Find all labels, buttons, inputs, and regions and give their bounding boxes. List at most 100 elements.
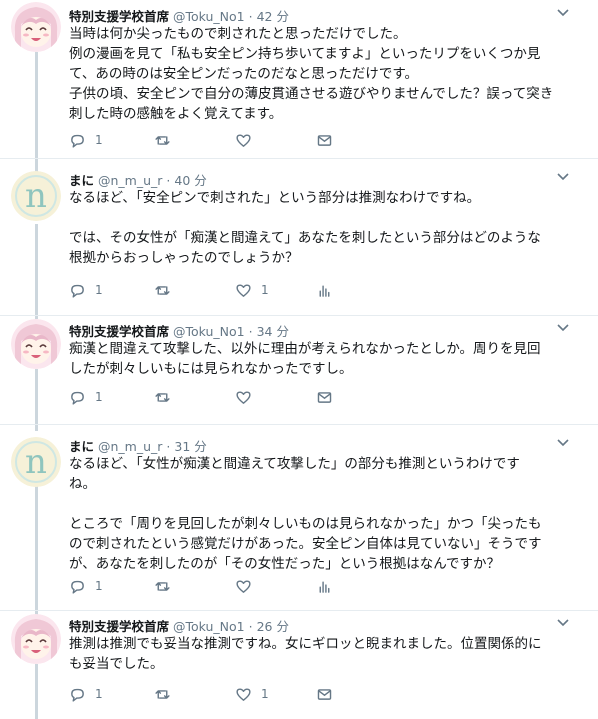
like-button[interactable]: [235, 578, 316, 595]
retweet-button[interactable]: [154, 132, 235, 149]
heart-icon: [236, 283, 251, 297]
retweet-icon: [155, 392, 170, 402]
analytics-button[interactable]: [316, 578, 376, 595]
divider: [0, 424, 598, 425]
direct-message-button[interactable]: [316, 389, 376, 406]
reply-icon: [71, 688, 84, 702]
tweet-header: 特別支援学校首席 @Toku_No1 · 42 分: [69, 6, 289, 25]
tweet[interactable]: n まに @n_m_u_r · 40 分 なるほど、「安全ピンで刺された」という…: [0, 158, 598, 315]
author-name[interactable]: まに: [69, 173, 94, 188]
chevron-down-icon[interactable]: [556, 438, 570, 448]
tweet-text-line: ので刺されたという感覚だけがあった。安全ピン自体は見ていない」そうです: [69, 536, 542, 552]
analytics-button[interactable]: [316, 282, 376, 299]
tweet-text-line: 痴漢と間違えて攻撃した、以外に理由が考えられなかったとしか。周りを見回: [69, 341, 541, 357]
author-handle[interactable]: @n_m_u_r: [98, 173, 162, 188]
anime-girl-avatar-icon: [11, 2, 61, 52]
tweet-text-line: なるほど、「女性が痴漢と間違えて攻撃した」の部分も推測というわけです: [69, 456, 520, 472]
retweet-icon: [155, 689, 170, 699]
tweet-text: なるほど、「女性が痴漢と間違えて攻撃した」の部分も推測というわけです ね。 とこ…: [69, 454, 569, 574]
author-handle[interactable]: @Toku_No1: [173, 619, 245, 634]
reply-count: 1: [95, 133, 103, 147]
timestamp[interactable]: 42 分: [257, 9, 289, 24]
author-name[interactable]: 特別支援学校首席: [69, 324, 169, 339]
heart-icon: [236, 687, 251, 701]
heart-icon: [236, 390, 251, 404]
retweet-button[interactable]: [154, 282, 235, 299]
heart-icon: [236, 579, 251, 593]
tweet-text-line: 刺した時の感触をよく覚えてます。: [69, 106, 283, 122]
tweet-text-line: も妥当でした。: [69, 656, 164, 672]
separator-dot: ·: [248, 619, 253, 634]
tweet-text-line: したが刺々しいもには見られなかったですし。: [69, 361, 353, 377]
tweet-text: 推測は推測でも妥当な推測ですね。女にギロッと睨まれました。位置関係的に も妥当で…: [69, 634, 569, 674]
avatar[interactable]: n: [11, 437, 61, 487]
tweet-text: 痴漢と間違えて攻撃した、以外に理由が考えられなかったとしか。周りを見回 したが刺…: [69, 339, 569, 379]
like-button[interactable]: 1: [235, 282, 316, 299]
chevron-down-icon[interactable]: [556, 8, 570, 18]
tweet-actions: 1: [69, 130, 376, 150]
retweet-icon: [155, 135, 170, 145]
tweet[interactable]: 特別支援学校首席 @Toku_No1 · 42 分 当時は何か尖ったもので刺され…: [0, 0, 598, 158]
reply-button[interactable]: 1: [69, 686, 154, 703]
svg-text:n: n: [25, 176, 47, 216]
tweet-text-line: が、あなたを刺したのが「その女性だった」という根拠はなんですか？: [69, 556, 501, 572]
tweet-actions: 1 1: [69, 280, 376, 300]
divider: [0, 158, 598, 159]
reply-count: 1: [95, 687, 103, 701]
tweet-text-line: なるほど、「安全ピンで刺された」という部分は推測なわけですね。: [69, 190, 481, 206]
tweet[interactable]: n まに @n_m_u_r · 31 分 なるほど、「女性が痴漢と間違えて攻撃し…: [0, 424, 598, 610]
tweet[interactable]: 特別支援学校首席 @Toku_No1 · 34 分 痴漢と間違えて攻撃した、以外…: [0, 315, 598, 424]
tweet-actions: 1: [69, 387, 376, 407]
direct-message-button[interactable]: [316, 686, 376, 703]
separator-dot: ·: [248, 324, 253, 339]
tweet-text-line: ところで「周りを見回したが刺々しいものは見られなかった」かつ「尖ったも: [69, 516, 542, 532]
dm-icon: [317, 391, 332, 403]
author-name[interactable]: まに: [69, 439, 94, 454]
reply-icon: [71, 134, 84, 148]
tweet-text-line: ね。: [69, 476, 96, 492]
chevron-down-icon[interactable]: [556, 172, 570, 182]
tweet-header: 特別支援学校首席 @Toku_No1 · 26 分: [69, 616, 289, 635]
author-name[interactable]: 特別支援学校首席: [69, 619, 169, 634]
dm-icon: [317, 688, 332, 700]
like-button[interactable]: [235, 132, 316, 149]
reply-button[interactable]: 1: [69, 132, 154, 149]
timestamp[interactable]: 26 分: [257, 619, 289, 634]
letter-n-avatar-icon: n: [11, 437, 61, 487]
dm-icon: [317, 134, 332, 146]
chevron-down-icon[interactable]: [556, 323, 570, 333]
timestamp[interactable]: 34 分: [257, 324, 289, 339]
author-name[interactable]: 特別支援学校首席: [69, 9, 169, 24]
retweet-icon: [155, 581, 170, 591]
retweet-button[interactable]: [154, 686, 235, 703]
tweet-header: まに @n_m_u_r · 31 分: [69, 436, 207, 455]
author-handle[interactable]: @n_m_u_r: [98, 439, 162, 454]
svg-text:n: n: [25, 442, 47, 482]
author-handle[interactable]: @Toku_No1: [173, 324, 245, 339]
avatar[interactable]: [11, 614, 61, 664]
direct-message-button[interactable]: [316, 132, 376, 149]
reply-icon: [71, 284, 84, 298]
chevron-down-icon[interactable]: [556, 618, 570, 628]
reply-count: 1: [95, 283, 103, 297]
reply-button[interactable]: 1: [69, 578, 154, 595]
timestamp[interactable]: 40 分: [174, 173, 206, 188]
divider: [0, 610, 598, 611]
retweet-button[interactable]: [154, 389, 235, 406]
tweet-text-line: では、その女性が「痴漢と間違えて」あなたを刺したという部分はどのような: [69, 230, 541, 246]
timestamp[interactable]: 31 分: [174, 439, 206, 454]
retweet-button[interactable]: [154, 578, 235, 595]
like-button[interactable]: 1: [235, 686, 316, 703]
author-handle[interactable]: @Toku_No1: [173, 9, 245, 24]
tweet-text-line: 子供の頃、安全ピンで自分の薄皮貫通させる遊びやりませんでした？誤って突き: [69, 86, 554, 102]
avatar[interactable]: [11, 2, 61, 52]
reply-count: 1: [95, 579, 103, 593]
reply-button[interactable]: 1: [69, 282, 154, 299]
avatar[interactable]: n: [11, 171, 61, 221]
like-button[interactable]: [235, 389, 316, 406]
tweet[interactable]: 特別支援学校首席 @Toku_No1 · 26 分 推測は推測でも妥当な推測です…: [0, 610, 598, 719]
avatar[interactable]: [11, 319, 61, 369]
tweet-actions: 1: [69, 576, 376, 596]
reply-button[interactable]: 1: [69, 389, 154, 406]
tweet-header: 特別支援学校首席 @Toku_No1 · 34 分: [69, 321, 289, 340]
